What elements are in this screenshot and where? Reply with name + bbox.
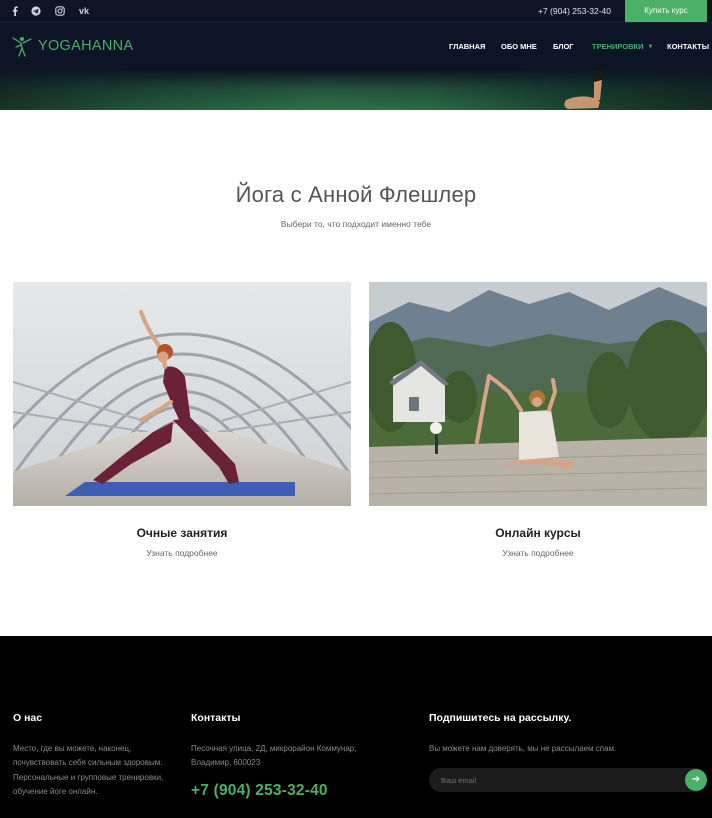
nav-item-contacts[interactable]: КОНТАКТЫ <box>667 23 709 71</box>
topbar-phone[interactable]: +7 (904) 253-32-40 <box>538 0 611 22</box>
telegram-icon[interactable] <box>29 0 43 22</box>
logo-text: YOGAHANNA <box>38 38 134 54</box>
top-bar: vk +7 (904) 253-32-40 Купить курс <box>0 0 712 22</box>
footer-address: Песочная улица, 2Д, микрорайон Коммунар,… <box>191 744 357 768</box>
chevron-down-icon: ▼ <box>647 44 654 51</box>
page-subtitle: Выбери то, что подходит именно тебе <box>280 219 432 229</box>
card-offline-title[interactable]: Очные занятия <box>13 526 351 540</box>
nav-item-trainings[interactable]: ТРЕНИРОВКИ ▼ <box>592 23 653 71</box>
yoga-logo-icon <box>12 37 32 57</box>
buy-course-button[interactable]: Купить курс <box>625 0 707 22</box>
footer-phone[interactable]: +7 (904) 253-32-40 <box>191 782 328 800</box>
subscribe-button[interactable]: ➔ <box>685 769 707 791</box>
nav-item-about[interactable]: ОБО МНЕ <box>501 23 537 71</box>
arrow-right-icon: ➔ <box>691 774 701 785</box>
card-online-image[interactable] <box>369 282 707 506</box>
card-online-title[interactable]: Онлайн курсы <box>369 526 707 540</box>
newsletter-form: ➔ <box>429 768 707 792</box>
footer-newsletter-text: Вы можете нам доверять, мы не рассылаем … <box>429 744 617 753</box>
email-input[interactable] <box>441 768 671 792</box>
card-offline-link[interactable]: Узнать подробнее <box>13 548 351 558</box>
header: YOGAHANNA ГЛАВНАЯ ОБО МНЕ БЛОГ ТРЕНИРОВК… <box>0 22 712 110</box>
footer-contacts-heading: Контакты <box>191 712 241 724</box>
facebook-icon[interactable] <box>8 0 22 22</box>
logo[interactable]: YOGAHANNA <box>12 35 133 57</box>
footer: О нас Место, где вы можете, наконец, поч… <box>0 636 712 818</box>
tunnel-yoga-photo <box>13 282 351 506</box>
navbar: YOGAHANNA ГЛАВНАЯ ОБО МНЕ БЛОГ ТРЕНИРОВК… <box>0 22 712 70</box>
nav-item-trainings-label: ТРЕНИРОВКИ <box>592 42 644 51</box>
page-title: Йога с Анной Флешлер <box>235 182 477 207</box>
footer-newsletter-heading: Подпишитесь на рассылку. <box>429 712 572 724</box>
card-online-link[interactable]: Узнать подробнее <box>369 548 707 558</box>
instagram-icon[interactable] <box>53 0 67 22</box>
vk-icon[interactable]: vk <box>76 0 92 22</box>
footer-about-text: Место, где вы можете, наконец, почувство… <box>13 744 164 797</box>
nav-item-blog[interactable]: БЛОГ <box>553 23 574 71</box>
mountain-yoga-photo <box>369 282 707 506</box>
card-offline-image[interactable] <box>13 282 351 506</box>
footer-about-heading: О нас <box>13 712 43 724</box>
nav-item-home[interactable]: ГЛАВНАЯ <box>449 23 485 71</box>
